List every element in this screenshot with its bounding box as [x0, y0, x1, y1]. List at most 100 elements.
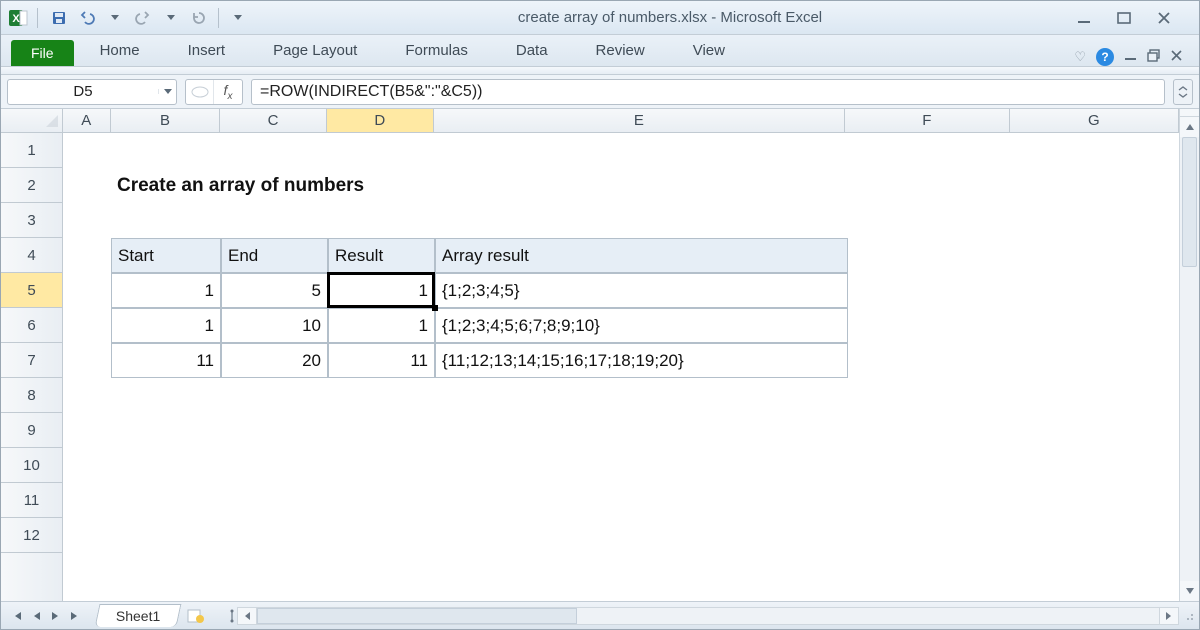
column-header[interactable]: B	[111, 109, 221, 132]
name-box-value: D5	[8, 80, 158, 104]
excel-icon: X	[7, 7, 29, 29]
column-header[interactable]: F	[845, 109, 1009, 132]
cell[interactable]: 5	[221, 273, 328, 308]
cell[interactable]: Start	[111, 238, 221, 273]
sheet-tab-label: Sheet1	[116, 608, 160, 624]
sheet-tab[interactable]: Sheet1	[95, 604, 182, 627]
window-maximize-button[interactable]	[1113, 7, 1135, 29]
window-title: create array of numbers.xlsx - Microsoft…	[267, 9, 1073, 26]
row-header[interactable]: 2	[1, 168, 62, 203]
qat-redo-button[interactable]	[130, 6, 156, 30]
formula-input[interactable]: =ROW(INDIRECT(B5&":"&C5))	[251, 79, 1165, 105]
tab-review[interactable]: Review	[574, 36, 667, 66]
tab-nav-first[interactable]	[7, 607, 25, 625]
cell[interactable]: 1	[328, 308, 435, 343]
cells-layer: Create an array of numbers StartEndResult…	[63, 133, 1179, 601]
window-minimize-button[interactable]	[1073, 7, 1095, 29]
tab-formulas[interactable]: Formulas	[383, 36, 490, 66]
column-header[interactable]: E	[434, 109, 846, 132]
row-headers: 123456789101112	[1, 133, 63, 601]
hscroll-track[interactable]	[257, 607, 1159, 625]
scroll-up-button[interactable]	[1180, 117, 1199, 137]
fx-button[interactable]: fx	[214, 80, 242, 104]
cell[interactable]: Array result	[435, 238, 848, 273]
sheet-tab-strip: Sheet1	[1, 601, 1199, 629]
new-sheet-button[interactable]	[185, 607, 207, 625]
tab-data[interactable]: Data	[494, 36, 570, 66]
cell[interactable]: Create an array of numbers	[111, 168, 848, 203]
qat-undo-button[interactable]	[74, 6, 100, 30]
ribbon-collapse-icon[interactable]: ♡	[1074, 49, 1086, 65]
name-box[interactable]: D5	[7, 79, 177, 105]
row-header[interactable]: 10	[1, 448, 62, 483]
svg-text:X: X	[12, 13, 20, 25]
workbook-close-button[interactable]	[1170, 49, 1183, 65]
row-header[interactable]: 6	[1, 308, 62, 343]
cell[interactable]: 1	[111, 308, 221, 343]
ribbon-tabs: File Home Insert Page Layout Formulas Da…	[1, 35, 1199, 67]
cell[interactable]: 20	[221, 343, 328, 378]
column-header[interactable]: A	[63, 109, 111, 132]
qat-save-button[interactable]	[46, 6, 72, 30]
help-icon[interactable]: ?	[1096, 48, 1114, 66]
column-headers: ABCDEFG	[1, 109, 1179, 133]
cell[interactable]: {1;2;3;4;5;6;7;8;9;10}	[435, 308, 848, 343]
row-header[interactable]: 12	[1, 518, 62, 553]
column-header[interactable]: D	[327, 109, 434, 132]
tab-nav-last[interactable]	[67, 607, 85, 625]
row-header[interactable]: 5	[1, 273, 62, 308]
tab-insert[interactable]: Insert	[166, 36, 248, 66]
tab-page-layout[interactable]: Page Layout	[251, 36, 379, 66]
vscroll-track[interactable]	[1180, 137, 1199, 581]
cell[interactable]: 10	[221, 308, 328, 343]
formula-bar: D5 fx =ROW(INDIRECT(B5&":"&C5))	[1, 75, 1199, 109]
row-header[interactable]: 11	[1, 483, 62, 518]
cell[interactable]: 11	[328, 343, 435, 378]
cell[interactable]: {11;12;13;14;15;16;17;18;19;20}	[435, 343, 848, 378]
tab-nav-prev[interactable]	[27, 607, 45, 625]
title-bar: X create ar	[1, 1, 1199, 35]
cancel-formula-icon[interactable]	[186, 80, 214, 104]
workbook-restore-button[interactable]	[1147, 49, 1160, 65]
select-all-corner[interactable]	[1, 109, 63, 132]
cell[interactable]: 1	[328, 273, 435, 308]
qat-customize-dropdown[interactable]	[225, 6, 251, 30]
scroll-down-button[interactable]	[1180, 581, 1199, 601]
hscroll-thumb[interactable]	[257, 608, 577, 624]
row-header[interactable]: 7	[1, 343, 62, 378]
formula-expand-button[interactable]	[1173, 79, 1193, 105]
window-close-button[interactable]	[1153, 7, 1175, 29]
tab-view[interactable]: View	[671, 36, 747, 66]
fill-handle[interactable]	[432, 305, 438, 311]
row-header[interactable]: 4	[1, 238, 62, 273]
excel-window: X create ar	[0, 0, 1200, 630]
qat-redo-dropdown[interactable]	[158, 6, 184, 30]
cell[interactable]: {1;2;3;4;5}	[435, 273, 848, 308]
column-header[interactable]: G	[1010, 109, 1179, 132]
cell[interactable]: 1	[111, 273, 221, 308]
worksheet[interactable]: ABCDEFG 123456789101112 Create an array …	[1, 109, 1179, 601]
cell[interactable]: Result	[328, 238, 435, 273]
row-header[interactable]: 3	[1, 203, 62, 238]
vscroll-thumb[interactable]	[1182, 137, 1197, 267]
vertical-scrollbar[interactable]	[1179, 109, 1199, 601]
file-tab[interactable]: File	[11, 40, 74, 66]
row-header[interactable]: 8	[1, 378, 62, 413]
hscroll-split-icon[interactable]	[227, 607, 237, 625]
cell[interactable]: End	[221, 238, 328, 273]
row-header[interactable]: 1	[1, 133, 62, 168]
hscroll-right[interactable]	[1159, 607, 1179, 625]
row-header[interactable]: 9	[1, 413, 62, 448]
column-header[interactable]: C	[220, 109, 327, 132]
ribbon-body	[1, 67, 1199, 75]
qat-undo-dropdown[interactable]	[102, 6, 128, 30]
qat-repeat-button[interactable]	[186, 6, 212, 30]
resize-grip-icon	[1179, 607, 1199, 625]
tab-home[interactable]: Home	[78, 36, 162, 66]
workbook-minimize-button[interactable]	[1124, 49, 1137, 65]
cell[interactable]: 11	[111, 343, 221, 378]
hscroll-left[interactable]	[237, 607, 257, 625]
tab-nav-next[interactable]	[47, 607, 65, 625]
horizontal-scrollbar[interactable]	[227, 607, 1199, 625]
name-box-dropdown[interactable]	[158, 89, 176, 94]
